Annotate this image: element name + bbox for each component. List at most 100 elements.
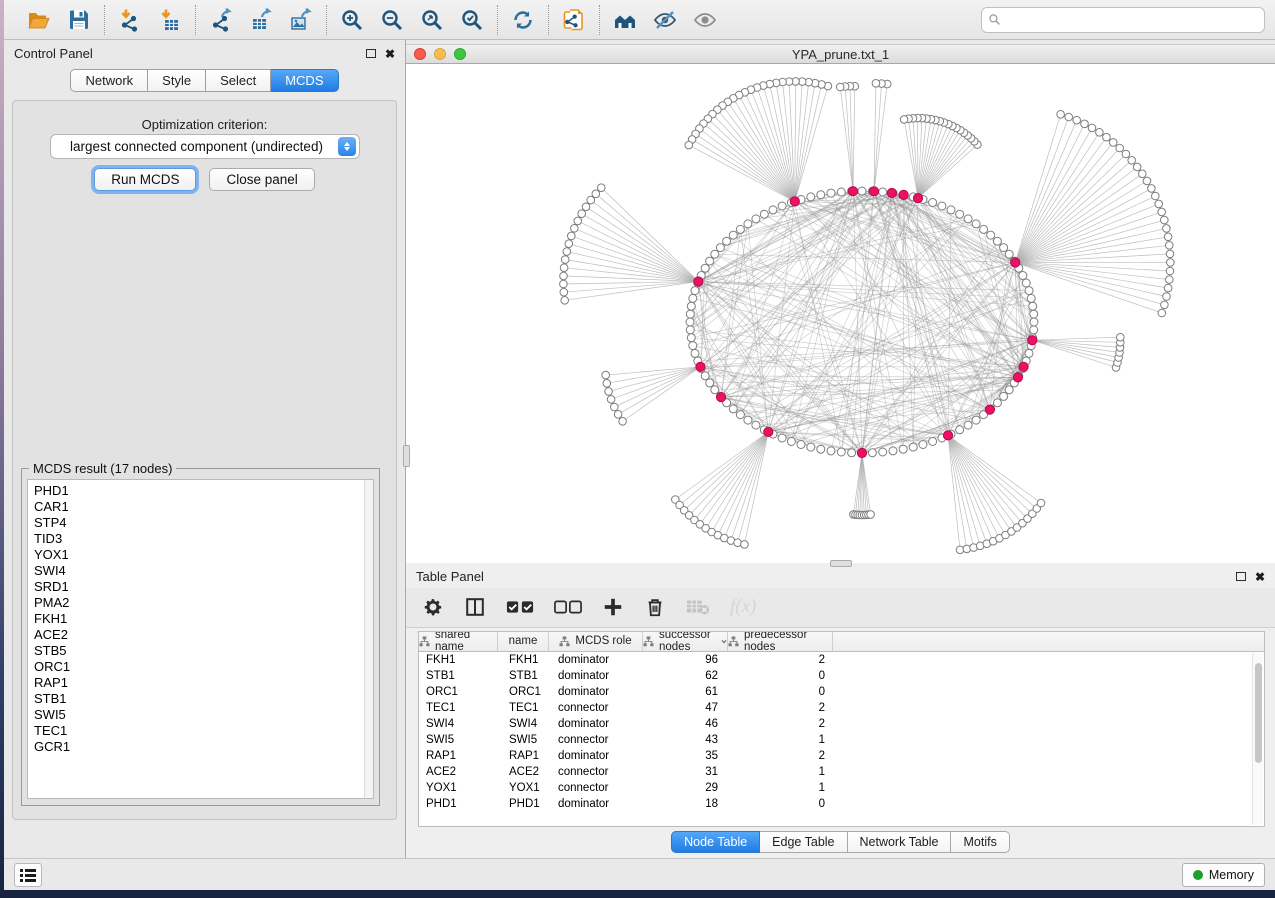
- save-session-icon[interactable]: [66, 7, 92, 33]
- add-row-icon[interactable]: [602, 594, 624, 620]
- export-network-icon[interactable]: [208, 7, 234, 33]
- birds-eye-view-icon[interactable]: [692, 7, 718, 33]
- share-network-document-icon[interactable]: [561, 7, 587, 33]
- close-panel-icon[interactable]: ✖: [385, 48, 395, 60]
- network-samples-home-icon[interactable]: [612, 7, 638, 33]
- cell-name: SWI5: [498, 734, 549, 746]
- mcds-result-item[interactable]: ORC1: [34, 659, 373, 675]
- cell-successor-nodes: 29: [643, 782, 728, 794]
- table-row[interactable]: SWI4SWI4dominator462: [419, 716, 1264, 732]
- mcds-result-item[interactable]: TEC1: [34, 723, 373, 739]
- criterion-select[interactable]: largest connected component (undirected): [50, 134, 360, 159]
- mcds-result-item[interactable]: STP4: [34, 515, 373, 531]
- tab-motifs[interactable]: Motifs: [951, 831, 1009, 853]
- cell-predecessor-nodes: 2: [728, 718, 833, 730]
- table-scrollbar[interactable]: [1252, 653, 1263, 825]
- network-canvas[interactable]: [406, 64, 1275, 563]
- mcds-result-item[interactable]: CAR1: [34, 499, 373, 515]
- table-row[interactable]: ACE2ACE2connector311: [419, 764, 1264, 780]
- mcds-result-item[interactable]: PMA2: [34, 595, 373, 611]
- tab-edge-table[interactable]: Edge Table: [760, 831, 847, 853]
- table-row[interactable]: TEC1TEC1connector472: [419, 700, 1264, 716]
- mcds-result-item[interactable]: PHD1: [34, 483, 373, 499]
- hide-graphics-details-icon[interactable]: [652, 7, 678, 33]
- memory-button[interactable]: Memory: [1182, 863, 1265, 887]
- mcds-result-item[interactable]: STB5: [34, 643, 373, 659]
- cell-mcds-role: connector: [549, 702, 643, 714]
- mcds-result-item[interactable]: TID3: [34, 531, 373, 547]
- node-table: shared namenameMCDS rolesuccessor nodesp…: [418, 631, 1265, 827]
- cell-mcds-role: connector: [549, 782, 643, 794]
- cell-predecessor-nodes: 1: [728, 782, 833, 794]
- table-header-row: shared namenameMCDS rolesuccessor nodesp…: [419, 632, 1264, 652]
- settings-gear-icon[interactable]: [422, 594, 444, 620]
- cell-predecessor-nodes: 0: [728, 798, 833, 810]
- tab-network-table[interactable]: Network Table: [848, 831, 952, 853]
- column-header-predecessor-nodes[interactable]: predecessor nodes: [728, 632, 833, 651]
- table-row[interactable]: STB1STB1dominator620: [419, 668, 1264, 684]
- select-all-icon[interactable]: [506, 594, 534, 620]
- close-panel-button[interactable]: Close panel: [209, 168, 314, 191]
- delete-row-icon[interactable]: [644, 594, 666, 620]
- column-header-mcds-role[interactable]: MCDS role: [549, 632, 643, 651]
- network-graph[interactable]: [406, 64, 1275, 563]
- mcds-result-item[interactable]: SWI4: [34, 563, 373, 579]
- vertical-splitter-handle[interactable]: [403, 445, 410, 467]
- delete-table-icon: [686, 594, 710, 620]
- import-table-icon[interactable]: [157, 7, 183, 33]
- close-table-panel-icon[interactable]: ✖: [1255, 571, 1265, 583]
- cell-mcds-role: connector: [549, 734, 643, 746]
- open-session-icon[interactable]: [26, 7, 52, 33]
- zoom-out-icon[interactable]: [379, 7, 405, 33]
- mcds-result-item[interactable]: FKH1: [34, 611, 373, 627]
- network-window-titlebar[interactable]: YPA_prune.txt_1: [406, 44, 1275, 64]
- task-history-button[interactable]: [14, 863, 42, 887]
- toggle-columns-icon[interactable]: [464, 594, 486, 620]
- mcds-result-item[interactable]: YOX1: [34, 547, 373, 563]
- tab-select[interactable]: Select: [206, 69, 271, 92]
- zoom-fit-icon[interactable]: [419, 7, 445, 33]
- cell-successor-nodes: 46: [643, 718, 728, 730]
- mcds-result-item[interactable]: SRD1: [34, 579, 373, 595]
- mcds-result-list[interactable]: PHD1CAR1STP4TID3YOX1SWI4SRD1PMA2FKH1ACE2…: [27, 479, 374, 799]
- mcds-result-item[interactable]: ACE2: [34, 627, 373, 643]
- mcds-result-item[interactable]: GCR1: [34, 739, 373, 755]
- export-image-icon[interactable]: [288, 7, 314, 33]
- zoom-selected-icon[interactable]: [459, 7, 485, 33]
- refresh-layout-icon[interactable]: [510, 7, 536, 33]
- float-table-panel-icon[interactable]: [1236, 572, 1246, 581]
- cell-successor-nodes: 35: [643, 750, 728, 762]
- tab-node-table[interactable]: Node Table: [671, 831, 760, 853]
- deselect-all-icon[interactable]: [554, 594, 582, 620]
- zoom-in-icon[interactable]: [339, 7, 365, 33]
- export-table-icon[interactable]: [248, 7, 274, 33]
- table-row[interactable]: FKH1FKH1dominator962: [419, 652, 1264, 668]
- tab-mcds[interactable]: MCDS: [271, 69, 338, 92]
- column-header-shared-name[interactable]: shared name: [419, 632, 498, 651]
- table-row[interactable]: PHD1PHD1dominator180: [419, 796, 1264, 812]
- table-row[interactable]: RAP1RAP1dominator352: [419, 748, 1264, 764]
- mcds-result-item[interactable]: STB1: [34, 691, 373, 707]
- table-row[interactable]: YOX1YOX1connector291: [419, 780, 1264, 796]
- table-scrollbar-thumb[interactable]: [1255, 663, 1262, 763]
- mcds-result-item[interactable]: RAP1: [34, 675, 373, 691]
- float-panel-icon[interactable]: [366, 49, 376, 58]
- cell-successor-nodes: 47: [643, 702, 728, 714]
- table-row[interactable]: SWI5SWI5connector431: [419, 732, 1264, 748]
- mcds-list-scrollbar[interactable]: [364, 480, 373, 798]
- tab-style[interactable]: Style: [148, 69, 206, 92]
- memory-status-dot: [1193, 870, 1203, 880]
- import-network-icon[interactable]: [117, 7, 143, 33]
- cell-name: TEC1: [498, 702, 549, 714]
- run-mcds-button[interactable]: Run MCDS: [94, 168, 196, 191]
- tab-network[interactable]: Network: [70, 69, 148, 92]
- table-row[interactable]: ORC1ORC1dominator610: [419, 684, 1264, 700]
- column-header-name[interactable]: name: [498, 632, 549, 651]
- search-input[interactable]: [1006, 13, 1258, 27]
- optimization-criterion-label: Optimization criterion:: [13, 117, 396, 132]
- column-header-successor-nodes[interactable]: successor nodes: [643, 632, 728, 651]
- horizontal-splitter-handle[interactable]: [830, 560, 852, 567]
- cell-predecessor-nodes: 2: [728, 702, 833, 714]
- mcds-result-item[interactable]: SWI5: [34, 707, 373, 723]
- main-toolbar: [4, 0, 1275, 40]
